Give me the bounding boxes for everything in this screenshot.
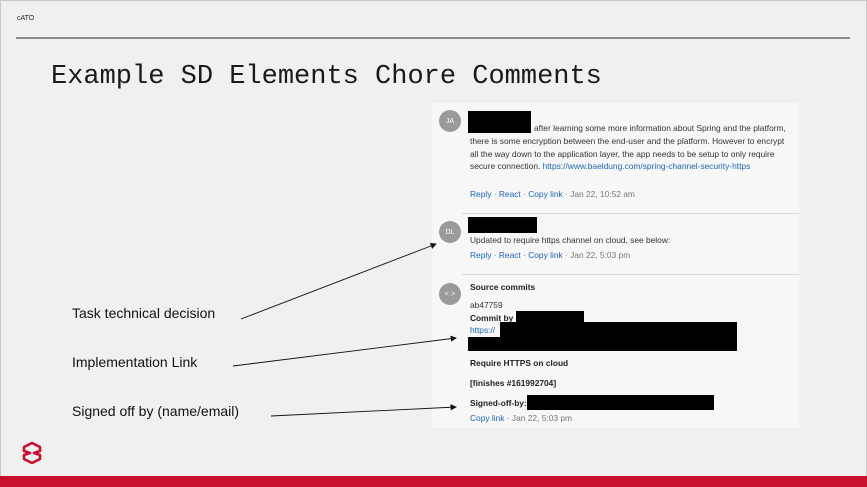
comment-actions: Reply · React · Copy link · Jan 22, 5:03… [470, 250, 631, 260]
avatar: DL [439, 221, 461, 243]
brand-logo-icon [22, 441, 42, 465]
annotation-signed-off: Signed off by (name/email) [72, 403, 240, 419]
redacted-author [516, 311, 584, 322]
annotation-implementation: Implementation Link [72, 354, 198, 370]
react-button[interactable]: React [499, 250, 521, 260]
copy-link-button[interactable]: Copy link [470, 413, 504, 423]
slide-title: Example SD Elements Chore Comments [51, 62, 602, 92]
redacted-url [468, 337, 737, 351]
commit-url-prefix[interactable]: https:// [470, 324, 495, 337]
avatar: JA [439, 110, 461, 132]
redacted-url [500, 322, 737, 337]
reply-button[interactable]: Reply [470, 250, 491, 260]
annotation-decision: Task technical decision [72, 305, 216, 321]
comment-actions: Copy link · Jan 22, 5:03 pm [470, 413, 572, 423]
commit-hash: ab47759 [470, 300, 503, 310]
copy-link-button[interactable]: Copy link [528, 250, 562, 260]
comment-timestamp: Jan 22, 5:03 pm [570, 250, 631, 260]
header-label: cATO [17, 15, 35, 22]
reply-button[interactable]: Reply [470, 189, 491, 199]
comment-divider [462, 213, 799, 214]
comment-divider [462, 274, 799, 275]
commit-finishes: [finishes #161992704] [470, 378, 557, 388]
comments-screenshot: JA after learning some more information … [432, 103, 799, 428]
comment-text: Updated to require https channel on clou… [470, 235, 671, 245]
comment-text: after learning some more information abo… [470, 122, 788, 173]
comment-timestamp: Jan 22, 5:03 pm [511, 413, 572, 423]
comment-actions: Reply · React · Copy link · Jan 22, 10:5… [470, 189, 635, 199]
header-divider [16, 37, 850, 39]
react-button[interactable]: React [499, 189, 521, 199]
footer-brand-bar [0, 476, 867, 487]
redacted-name [468, 217, 537, 233]
copy-link-button[interactable]: Copy link [528, 189, 562, 199]
source-commits-heading: Source commits [470, 282, 536, 292]
comment-link[interactable]: https://www.baeldung.com/spring-channel-… [543, 161, 751, 171]
comment-timestamp: Jan 22, 10:52 am [570, 189, 635, 199]
redacted-signer [527, 395, 714, 410]
signed-off-label: Signed-off-by: [470, 398, 527, 408]
commit-message: Require HTTPS on cloud [470, 358, 569, 368]
code-icon: <·> [439, 283, 461, 305]
